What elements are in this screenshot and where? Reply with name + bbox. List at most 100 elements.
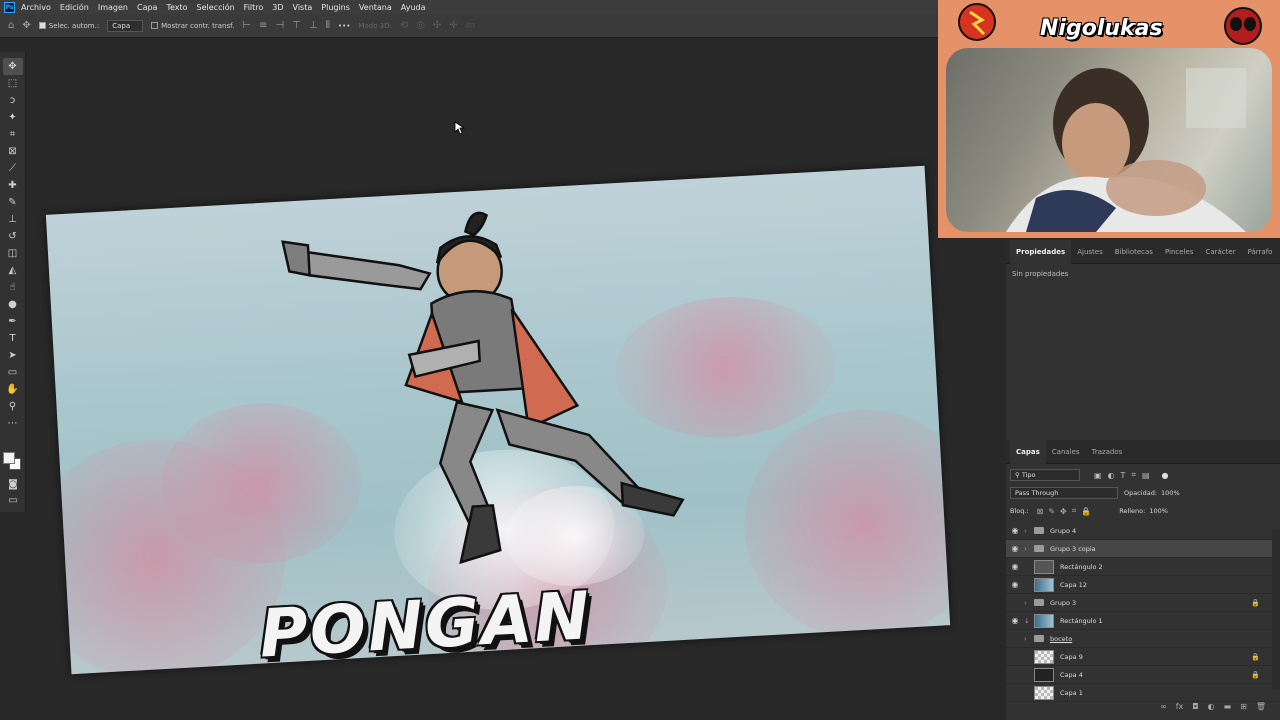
- dodge-tool-icon[interactable]: ●: [3, 296, 23, 313]
- layer-row[interactable]: › Grupo 3 🔒: [1006, 594, 1280, 612]
- layer-row[interactable]: ◉ › Grupo 3 copia: [1006, 540, 1280, 558]
- rectangle-tool-icon[interactable]: ▭: [3, 364, 23, 381]
- align-middle-icon[interactable]: ⊥: [309, 20, 318, 31]
- tab-pinceles[interactable]: Pinceles: [1159, 240, 1200, 264]
- align-center-icon[interactable]: ≡: [259, 20, 267, 31]
- filter-shape-icon[interactable]: ⌗: [1131, 470, 1136, 480]
- tab-trazados[interactable]: Trazados: [1086, 440, 1129, 464]
- layer-row[interactable]: ◉ › Grupo 4: [1006, 522, 1280, 540]
- quick-mask-icon[interactable]: ◙: [3, 476, 23, 493]
- visibility-eye-icon[interactable]: ◉: [1006, 616, 1024, 625]
- move-tool-icon[interactable]: ✥: [22, 20, 30, 31]
- expand-arrow-icon[interactable]: ›: [1024, 599, 1032, 607]
- fill-value[interactable]: 100%: [1149, 507, 1168, 515]
- filter-adjustment-icon[interactable]: ◐: [1108, 471, 1115, 480]
- camera-3d-icon[interactable]: ▭: [466, 20, 475, 31]
- pen-tool-icon[interactable]: ✒: [3, 313, 23, 330]
- layer-row[interactable]: Capa 9 🔒: [1006, 648, 1280, 666]
- menu-edicion[interactable]: Edición: [60, 3, 89, 12]
- blend-mode-dropdown[interactable]: Pass Through: [1010, 487, 1118, 499]
- layer-row[interactable]: ◉ ↓ Rectángulo 1: [1006, 612, 1280, 630]
- visibility-eye-icon[interactable]: ◉: [1006, 544, 1024, 553]
- layer-style-icon[interactable]: fx: [1176, 702, 1184, 711]
- roll-3d-icon[interactable]: ◎: [416, 20, 425, 31]
- show-transform-checkbox[interactable]: Mostrar contr. transf.: [151, 22, 234, 30]
- new-layer-icon[interactable]: ⊞: [1240, 702, 1247, 711]
- layer-row[interactable]: Capa 4 🔒: [1006, 666, 1280, 684]
- pan-3d-icon[interactable]: ✣: [433, 20, 441, 31]
- history-brush-tool-icon[interactable]: ↺: [3, 228, 23, 245]
- layers-scrollbar[interactable]: [1272, 530, 1280, 690]
- filter-toggle-icon[interactable]: ●: [1162, 471, 1169, 480]
- move-tool-icon[interactable]: ✥: [2, 58, 23, 75]
- opacity-value[interactable]: 100%: [1161, 489, 1180, 497]
- zoom-tool-icon[interactable]: ⚲: [3, 398, 23, 415]
- type-tool-icon[interactable]: T: [3, 330, 23, 347]
- screen-mode-icon[interactable]: ▭: [3, 492, 23, 509]
- menu-filtro[interactable]: Filtro: [244, 3, 264, 12]
- menu-capa[interactable]: Capa: [137, 3, 157, 12]
- tab-caracter[interactable]: Carácter: [1199, 240, 1241, 264]
- slide-3d-icon[interactable]: ✛: [449, 20, 457, 31]
- menu-ayuda[interactable]: Ayuda: [401, 3, 426, 12]
- lock-artboard-icon[interactable]: ⌗: [1072, 506, 1077, 516]
- artwork-canvas[interactable]: PONGAN BACHATA: [45, 165, 951, 675]
- brush-tool-icon[interactable]: ✎: [3, 194, 23, 211]
- menu-vista[interactable]: Vista: [293, 3, 313, 12]
- frame-tool-icon[interactable]: ⊠: [3, 143, 23, 160]
- tab-parrafo[interactable]: Párrafo: [1242, 240, 1279, 264]
- visibility-eye-icon[interactable]: ◉: [1006, 526, 1024, 535]
- tab-canales[interactable]: Canales: [1046, 440, 1086, 464]
- filter-type-icon[interactable]: T: [1121, 471, 1126, 480]
- home-icon[interactable]: ⌂: [8, 20, 14, 31]
- menu-imagen[interactable]: Imagen: [98, 3, 128, 12]
- filter-smart-object-icon[interactable]: ▤: [1142, 471, 1150, 480]
- align-right-icon[interactable]: ⊣: [275, 20, 284, 31]
- menu-seleccion[interactable]: Selección: [197, 3, 235, 12]
- more-options-button[interactable]: •••: [338, 22, 350, 30]
- auto-select-checkbox[interactable]: Selec. autom.:: [38, 22, 99, 30]
- add-mask-icon[interactable]: ◘: [1192, 702, 1198, 711]
- layer-row[interactable]: › boceto: [1006, 630, 1280, 648]
- auto-select-dropdown[interactable]: Capa: [107, 19, 144, 32]
- lock-transparent-icon[interactable]: ⊠: [1037, 507, 1044, 516]
- distribute-icon[interactable]: ⦀: [326, 20, 330, 31]
- lasso-tool-icon[interactable]: ↄ: [3, 92, 23, 109]
- paint-bucket-tool-icon[interactable]: ◭: [3, 262, 23, 279]
- menu-plugins[interactable]: Plugins: [321, 3, 350, 12]
- tab-ajustes[interactable]: Ajustes: [1071, 240, 1109, 264]
- link-layers-icon[interactable]: ∞: [1160, 702, 1167, 711]
- hand-tool-icon[interactable]: ✋: [3, 381, 23, 398]
- stamp-tool-icon[interactable]: ⊥: [3, 211, 23, 228]
- menu-3d[interactable]: 3D: [272, 3, 283, 12]
- new-group-icon[interactable]: ▬: [1224, 702, 1232, 711]
- foreground-color-swatch[interactable]: [3, 452, 15, 464]
- edit-toolbar-icon[interactable]: ⋯: [3, 415, 23, 432]
- filter-pixel-icon[interactable]: ▣: [1094, 471, 1102, 480]
- expand-arrow-icon[interactable]: ›: [1024, 545, 1032, 553]
- menu-archivo[interactable]: Archivo: [21, 3, 51, 12]
- expand-arrow-icon[interactable]: ›: [1024, 635, 1032, 643]
- layer-row[interactable]: ◉ Capa 12: [1006, 576, 1280, 594]
- expand-arrow-icon[interactable]: ›: [1024, 527, 1032, 535]
- visibility-eye-icon[interactable]: ◉: [1006, 580, 1024, 589]
- tab-bibliotecas[interactable]: Bibliotecas: [1109, 240, 1159, 264]
- align-top-icon[interactable]: ⊤: [292, 20, 301, 31]
- orbit-3d-icon[interactable]: ⟲: [400, 20, 408, 31]
- lock-all-icon[interactable]: 🔒: [1081, 507, 1091, 516]
- layer-row[interactable]: ◉ Rectángulo 2: [1006, 558, 1280, 576]
- healing-brush-tool-icon[interactable]: ✚: [3, 177, 23, 194]
- eraser-tool-icon[interactable]: ◫: [3, 245, 23, 262]
- layer-filter-dropdown[interactable]: ⚲ Tipo: [1010, 469, 1080, 481]
- path-selection-tool-icon[interactable]: ➤: [3, 347, 23, 364]
- crop-tool-icon[interactable]: ⌗: [3, 126, 23, 143]
- tab-propiedades[interactable]: Propiedades: [1010, 239, 1072, 264]
- magic-wand-tool-icon[interactable]: ✦: [3, 109, 23, 126]
- visibility-eye-icon[interactable]: ◉: [1006, 562, 1024, 571]
- adjustment-layer-icon[interactable]: ◐: [1208, 702, 1215, 711]
- menu-texto[interactable]: Texto: [166, 3, 187, 12]
- marquee-tool-icon[interactable]: ⬚: [3, 75, 23, 92]
- delete-layer-icon[interactable]: 🗑: [1256, 702, 1266, 711]
- lock-position-icon[interactable]: ✥: [1060, 507, 1067, 516]
- tab-capas[interactable]: Capas: [1010, 439, 1046, 464]
